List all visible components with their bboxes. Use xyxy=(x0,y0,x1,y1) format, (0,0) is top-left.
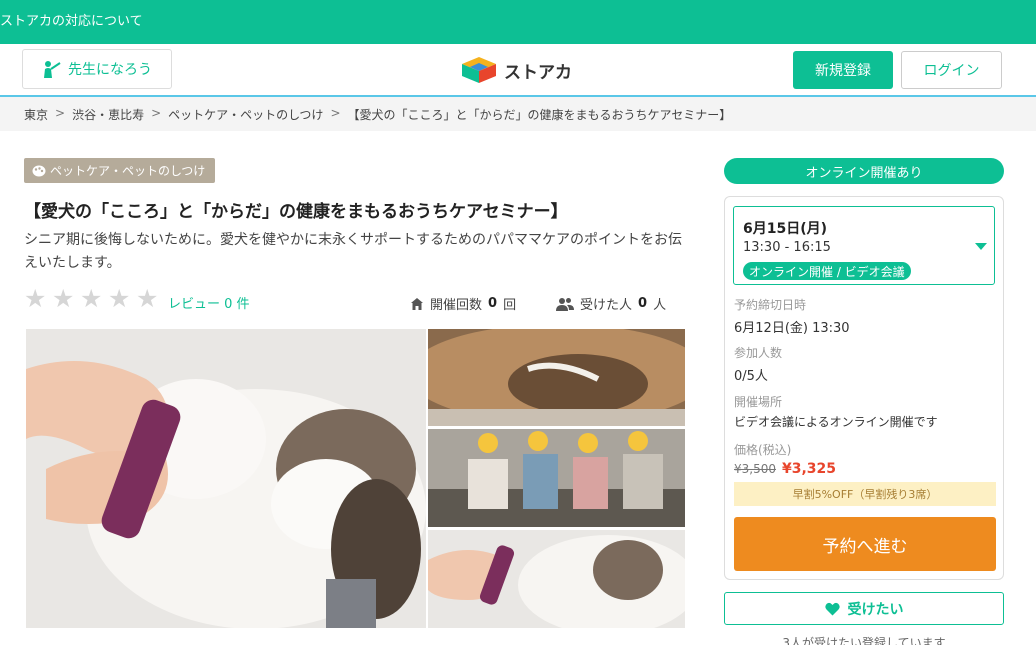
rating-stars: ★ ★ ★ ★ ★ xyxy=(24,286,163,311)
selected-time: 13:30 - 16:15 xyxy=(743,240,831,255)
breadcrumb-item-current: 【愛犬の「こころ」と「からだ」の健康をまもるおうちケアセミナー】 xyxy=(347,108,732,122)
breadcrumb-bar: 東京 > 渋谷・恵比寿 > ペットケア・ペットのしつけ > 【愛犬の「こころ」と… xyxy=(0,95,1036,131)
gallery-thumb-3[interactable] xyxy=(428,530,685,628)
participants-value: 0/5人 xyxy=(734,369,768,384)
attendees-unit: 人 xyxy=(653,298,667,313)
heart-icon xyxy=(824,602,840,615)
want-to-take-button[interactable]: 受けたい xyxy=(724,592,1004,625)
attendees-stat: 受けた人 0 人 xyxy=(556,294,666,313)
held-count-stat: 開催回数 0 回 xyxy=(410,294,516,313)
price-row: ¥3,500 ¥3,325 xyxy=(734,461,836,477)
selected-date: 6月15日(月) xyxy=(743,221,828,237)
deadline-label: 予約締切日時 xyxy=(734,298,807,312)
site-header: 先生になろう ストアカ 新規登録 ログイン xyxy=(0,44,1036,95)
teacher-icon xyxy=(44,61,61,78)
booking-card: 6月15日(月) 13:30 - 16:15 オンライン開催 / ビデオ会議 予… xyxy=(724,196,1004,580)
want-to-take-label: 受けたい xyxy=(847,601,904,618)
notice-bar: ストアカの対応について xyxy=(0,0,1036,44)
house-icon xyxy=(411,297,423,310)
chevron-down-icon xyxy=(975,243,987,250)
participants-label: 参加人数 xyxy=(734,346,783,360)
price-label: 価格(税込) xyxy=(734,443,792,457)
gallery-thumb-1[interactable] xyxy=(428,329,685,426)
breadcrumb-separator: > xyxy=(151,106,162,120)
course-title: 【愛犬の「こころ」と「からだ」の健康をまもるおうちケアセミナー】 xyxy=(24,202,568,222)
breadcrumb-separator: > xyxy=(55,106,66,120)
star-icon: ★ xyxy=(108,284,131,313)
review-link[interactable]: レビュー 0 件 xyxy=(168,293,250,312)
attendees-count: 0 xyxy=(638,296,648,311)
deadline-value: 6月12日(金) 13:30 xyxy=(734,321,850,336)
date-select[interactable]: 6月15日(月) 13:30 - 16:15 オンライン開催 / ビデオ会議 xyxy=(733,206,995,285)
breadcrumb-item-area[interactable]: 渋谷・恵比寿 xyxy=(72,106,144,123)
breadcrumb-item-category[interactable]: ペットケア・ペットのしつけ xyxy=(168,106,323,123)
signup-button[interactable]: 新規登録 xyxy=(793,51,893,89)
breadcrumb: 東京 > 渋谷・恵比寿 > ペットケア・ペットのしつけ > 【愛犬の「こころ」と… xyxy=(24,106,731,123)
login-button[interactable]: ログイン xyxy=(901,51,1002,89)
site-logo[interactable]: ストアカ xyxy=(460,54,572,86)
price-original: ¥3,500 xyxy=(734,462,776,476)
held-count: 0 xyxy=(488,296,498,311)
venue-label: 開催場所 xyxy=(734,395,783,409)
category-label: ペットケア・ペットのしつけ xyxy=(50,164,206,178)
price-discounted: ¥3,325 xyxy=(782,461,837,477)
palette-icon xyxy=(32,165,46,176)
become-teacher-label: 先生になろう xyxy=(68,62,152,78)
star-icon: ★ xyxy=(52,284,75,313)
breadcrumb-separator: > xyxy=(330,106,341,120)
star-icon: ★ xyxy=(80,284,103,313)
star-icon: ★ xyxy=(136,284,159,313)
logo-text: ストアカ xyxy=(504,62,572,83)
held-unit: 回 xyxy=(503,298,517,313)
breadcrumb-item-tokyo[interactable]: 東京 xyxy=(24,106,48,123)
venue-value: ビデオ会議によるオンライン開催です xyxy=(734,415,938,429)
notice-link[interactable]: ストアカの対応について xyxy=(0,10,143,29)
want-count-text: 3人が受けたい登録しています xyxy=(782,636,946,645)
gallery-thumb-2[interactable] xyxy=(428,429,685,527)
attendees-label: 受けた人 xyxy=(580,298,633,313)
held-label: 開催回数 xyxy=(430,298,483,313)
gallery-main-image[interactable] xyxy=(26,329,426,628)
star-icon: ★ xyxy=(24,284,47,313)
become-teacher-button[interactable]: 先生になろう xyxy=(22,49,172,89)
early-bird-notice: 早割5%OFF（早割残り3席） xyxy=(734,482,996,506)
people-icon xyxy=(556,297,574,311)
course-subtitle: シニア期に後悔しないために。愛犬を健やかに末永くサポートするためのパパママケアの… xyxy=(24,232,682,271)
logo-icon xyxy=(462,57,496,83)
category-badge[interactable]: ペットケア・ペットのしつけ xyxy=(24,158,216,183)
online-available-badge: オンライン開催あり xyxy=(724,158,1004,184)
reserve-button[interactable]: 予約へ進む xyxy=(734,517,996,571)
online-format-tag: オンライン開催 / ビデオ会議 xyxy=(743,262,911,280)
